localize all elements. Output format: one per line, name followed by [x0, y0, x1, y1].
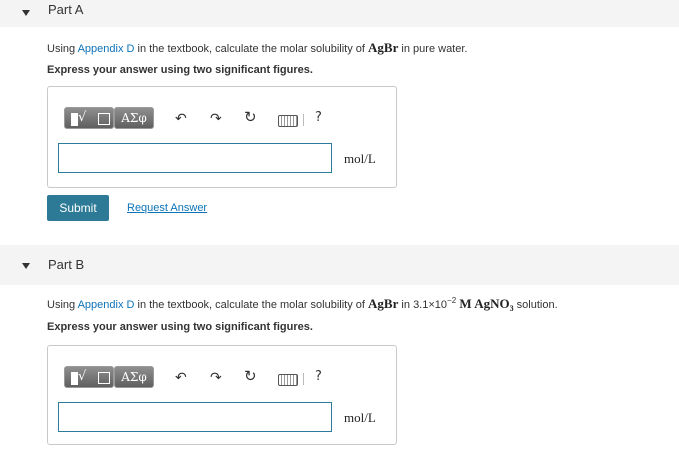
greek-symbols-button[interactable]: ΑΣφ [114, 366, 154, 388]
greek-symbols-button[interactable]: ΑΣφ [114, 107, 154, 129]
collapse-caret-icon[interactable] [22, 10, 30, 16]
unit-label: mol/L [344, 151, 376, 166]
concentration-mantissa: 3.1×10 [413, 299, 448, 311]
prompt-text: in [398, 299, 414, 311]
square-icon [71, 113, 78, 126]
radical-icon: √ [78, 369, 87, 384]
part-a-instruction: Express your answer using two significan… [47, 64, 313, 76]
part-b-header[interactable]: Part B [0, 245, 679, 285]
help-icon[interactable]: ? [315, 370, 322, 384]
toolbar-divider [303, 373, 304, 385]
keyboard-icon[interactable] [278, 115, 298, 127]
part-b-title: Part B [48, 257, 85, 272]
prompt-text: Using [47, 43, 78, 55]
compound-agbr: AgBr [368, 296, 399, 311]
solute-formula: AgNO [474, 296, 510, 311]
part-a-prompt: Using Appendix D in the textbook, calcul… [47, 40, 467, 56]
part-b-answer-box: √ ΑΣφ ↶ ↷ ↻ ? mol/L [47, 345, 397, 445]
collapse-caret-icon[interactable] [22, 263, 30, 269]
toolbar-divider [303, 114, 304, 126]
undo-icon[interactable]: ↶ [175, 112, 187, 126]
prompt-text: in pure water. [398, 43, 468, 55]
part-b-instruction: Express your answer using two significan… [47, 321, 313, 333]
concentration-exponent: −2 [447, 296, 457, 305]
prompt-text: in the textbook, calculate the molar sol… [134, 43, 369, 55]
prompt-text: in the textbook, calculate the molar sol… [134, 299, 369, 311]
compound-agbr: AgBr [368, 40, 399, 55]
square-icon [71, 372, 78, 385]
appendix-d-link[interactable]: Appendix D [78, 43, 135, 55]
solute-agno3: AgNO3 [474, 296, 514, 313]
prompt-text: Using [47, 299, 78, 311]
square-icon [98, 372, 110, 384]
undo-icon[interactable]: ↶ [175, 371, 187, 385]
keyboard-icon[interactable] [278, 374, 298, 386]
part-a-header[interactable]: Part A [0, 0, 679, 27]
concentration-value: 3.1×10−2 [413, 296, 457, 311]
part-a-title: Part A [48, 2, 84, 17]
request-answer-link[interactable]: Request Answer [127, 202, 207, 214]
part-a-answer-box: √ ΑΣφ ↶ ↷ ↻ ? mol/L [47, 86, 397, 188]
reset-icon[interactable]: ↻ [244, 110, 257, 125]
square-icon [98, 113, 110, 125]
part-a-answer-input[interactable] [58, 143, 332, 173]
redo-icon[interactable]: ↷ [210, 371, 222, 385]
redo-icon[interactable]: ↷ [210, 112, 222, 126]
templates-button[interactable]: √ [64, 107, 114, 129]
concentration-unit: M [456, 296, 475, 311]
help-icon[interactable]: ? [315, 111, 322, 125]
submit-button[interactable]: Submit [47, 195, 109, 221]
part-b-answer-input[interactable] [58, 402, 332, 432]
appendix-d-link[interactable]: Appendix D [78, 299, 135, 311]
unit-label: mol/L [344, 410, 376, 425]
part-b-prompt: Using Appendix D in the textbook, calcul… [47, 296, 558, 313]
templates-button[interactable]: √ [64, 366, 114, 388]
reset-icon[interactable]: ↻ [244, 369, 257, 384]
solute-subscript: 3 [509, 304, 514, 313]
prompt-text: solution. [513, 299, 558, 311]
radical-icon: √ [78, 110, 87, 125]
